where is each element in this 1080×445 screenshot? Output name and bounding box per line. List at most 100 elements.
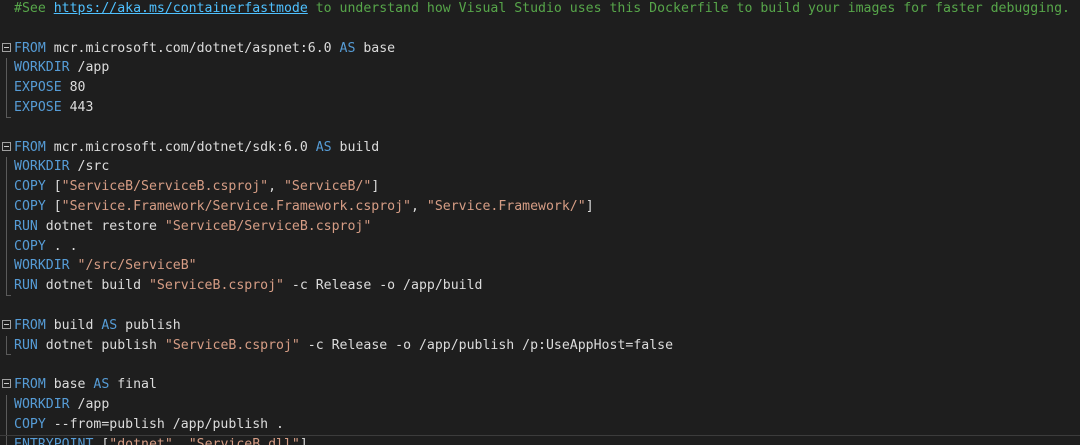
string-literal: "ServiceB.csproj" <box>164 337 300 353</box>
from-line[interactable]: FROM base AS final <box>0 375 1080 395</box>
indent-guide <box>6 335 11 356</box>
blank-line[interactable] <box>0 355 1080 375</box>
code-line[interactable]: COPY . . <box>0 236 1080 257</box>
instruction-args: . . <box>45 238 78 254</box>
instruction-args: ] <box>371 179 380 195</box>
code-line[interactable]: WORKDIR "/src/ServiceB" <box>0 256 1080 277</box>
instruction-args: -c Release -o /app/build <box>283 278 483 294</box>
instruction-keyword: EXPOSE <box>14 99 62 115</box>
code-editor[interactable]: #See https://aka.ms/containerfastmode to… <box>0 0 1080 445</box>
instruction-keyword: RUN <box>14 278 38 294</box>
indent-guide <box>6 97 11 118</box>
code-line[interactable]: EXPOSE 443 <box>0 97 1080 118</box>
blank-line[interactable] <box>0 118 1080 138</box>
blank-line[interactable] <box>0 19 1080 39</box>
instruction-args: /app <box>69 396 110 412</box>
indent-guide <box>6 196 7 217</box>
base-image: mcr.microsoft.com/dotnet/aspnet:6.0 <box>45 40 340 56</box>
instruction-keyword: EXPOSE <box>14 80 62 96</box>
code-line[interactable]: COPY --from=publish /app/publish . <box>0 414 1080 435</box>
instruction-args: /app <box>69 60 110 76</box>
code-line[interactable]: COPY ["ServiceB/ServiceB.csproj", "Servi… <box>0 177 1080 197</box>
code-line[interactable]: RUN dotnet publish "ServiceB.csproj" -c … <box>0 335 1080 356</box>
editor-bottom-border <box>0 435 1080 436</box>
blank-line[interactable] <box>0 296 1080 316</box>
comment-text: #See <box>14 1 54 16</box>
code-line[interactable]: WORKDIR /src <box>0 157 1080 178</box>
indent-guide <box>6 394 7 415</box>
instruction-args: dotnet build <box>37 278 149 294</box>
instruction-args: , <box>268 179 284 195</box>
comment-text: to understand how Visual Studio uses thi… <box>307 1 1070 16</box>
string-literal: "ServiceB/" <box>283 179 372 195</box>
instruction-keyword: WORKDIR <box>14 159 70 175</box>
indent-guide <box>6 434 7 445</box>
code-line[interactable]: WORKDIR /app <box>0 58 1080 79</box>
code-line[interactable]: WORKDIR /app <box>0 394 1080 415</box>
base-image: build <box>45 317 102 333</box>
code-line[interactable]: EXPOSE 80 <box>0 78 1080 98</box>
instruction-args <box>70 258 78 273</box>
string-literal: "dotnet" <box>109 436 173 445</box>
string-literal: "ServiceB/ServiceB.csproj" <box>61 179 269 195</box>
indent-guide <box>6 216 7 237</box>
comment-line[interactable]: #See https://aka.ms/containerfastmode to… <box>0 0 1080 19</box>
code-lines[interactable]: #See https://aka.ms/containerfastmode to… <box>0 0 1080 445</box>
instruction-args: dotnet publish <box>37 337 165 353</box>
as-keyword: AS <box>315 139 332 155</box>
code-line[interactable]: RUN dotnet build "ServiceB.csproj" -c Re… <box>0 276 1080 296</box>
instruction-args: ] <box>299 436 308 445</box>
instruction-keyword: FROM <box>14 139 46 155</box>
base-image: mcr.microsoft.com/dotnet/sdk:6.0 <box>45 139 316 155</box>
from-line[interactable]: FROM build AS publish <box>0 316 1080 336</box>
collapse-toggle-icon[interactable] <box>2 319 11 329</box>
instruction-keyword: COPY <box>14 238 46 254</box>
collapse-toggle-icon[interactable] <box>2 42 11 52</box>
instruction-args: 80 <box>61 80 86 96</box>
indent-guide <box>6 157 7 178</box>
comment-link[interactable]: https://aka.ms/containerfastmode <box>54 1 308 16</box>
indent-guide <box>6 236 7 257</box>
indent-guide <box>6 414 7 435</box>
instruction-keyword: RUN <box>14 218 38 234</box>
string-literal: "ServiceB.dll" <box>188 436 300 445</box>
as-keyword: AS <box>339 40 356 56</box>
instruction-keyword: COPY <box>14 198 46 214</box>
stage-name: build <box>331 139 380 155</box>
code-line[interactable]: ENTRYPOINT ["dotnet", "ServiceB.dll"] <box>0 434 1080 445</box>
collapse-toggle-icon[interactable] <box>2 379 11 389</box>
instruction-keyword: WORKDIR <box>14 258 70 274</box>
instruction-args: [ <box>45 179 62 195</box>
instruction-keyword: WORKDIR <box>14 60 70 76</box>
indent-guide <box>6 177 7 197</box>
instruction-keyword: FROM <box>14 40 46 56</box>
code-line[interactable]: RUN dotnet restore "ServiceB/ServiceB.cs… <box>0 216 1080 237</box>
instruction-args: dotnet restore <box>37 218 165 234</box>
code-line[interactable]: COPY ["Service.Framework/Service.Framewo… <box>0 196 1080 217</box>
instruction-keyword: WORKDIR <box>14 396 70 412</box>
string-literal: "Service.Framework/" <box>426 198 586 214</box>
collapse-toggle-icon[interactable] <box>2 141 11 151</box>
instruction-args: , <box>172 436 189 445</box>
instruction-args: [ <box>93 436 110 445</box>
instruction-args: -c Release -o /app/publish /p:UseAppHost… <box>299 337 674 353</box>
indent-guide <box>6 256 7 277</box>
instruction-args: --from=publish /app/publish . <box>45 416 284 432</box>
from-line[interactable]: FROM mcr.microsoft.com/dotnet/aspnet:6.0… <box>0 39 1080 59</box>
instruction-args: , <box>411 198 427 214</box>
instruction-keyword: COPY <box>14 179 46 195</box>
instruction-keyword: FROM <box>14 317 46 333</box>
as-keyword: AS <box>101 317 118 333</box>
string-literal: "ServiceB.csproj" <box>148 278 284 294</box>
stage-name: publish <box>117 317 181 333</box>
instruction-keyword: ENTRYPOINT <box>14 436 94 445</box>
instruction-keyword: COPY <box>14 416 46 432</box>
string-literal: "ServiceB/ServiceB.csproj" <box>164 218 372 234</box>
instruction-args: ] <box>585 198 594 214</box>
string-literal: "Service.Framework/Service.Framework.csp… <box>61 198 411 214</box>
indent-guide <box>6 58 7 79</box>
instruction-keyword: FROM <box>14 377 46 393</box>
instruction-args: /src <box>69 159 110 175</box>
from-line[interactable]: FROM mcr.microsoft.com/dotnet/sdk:6.0 AS… <box>0 138 1080 158</box>
indent-guide <box>6 276 11 296</box>
